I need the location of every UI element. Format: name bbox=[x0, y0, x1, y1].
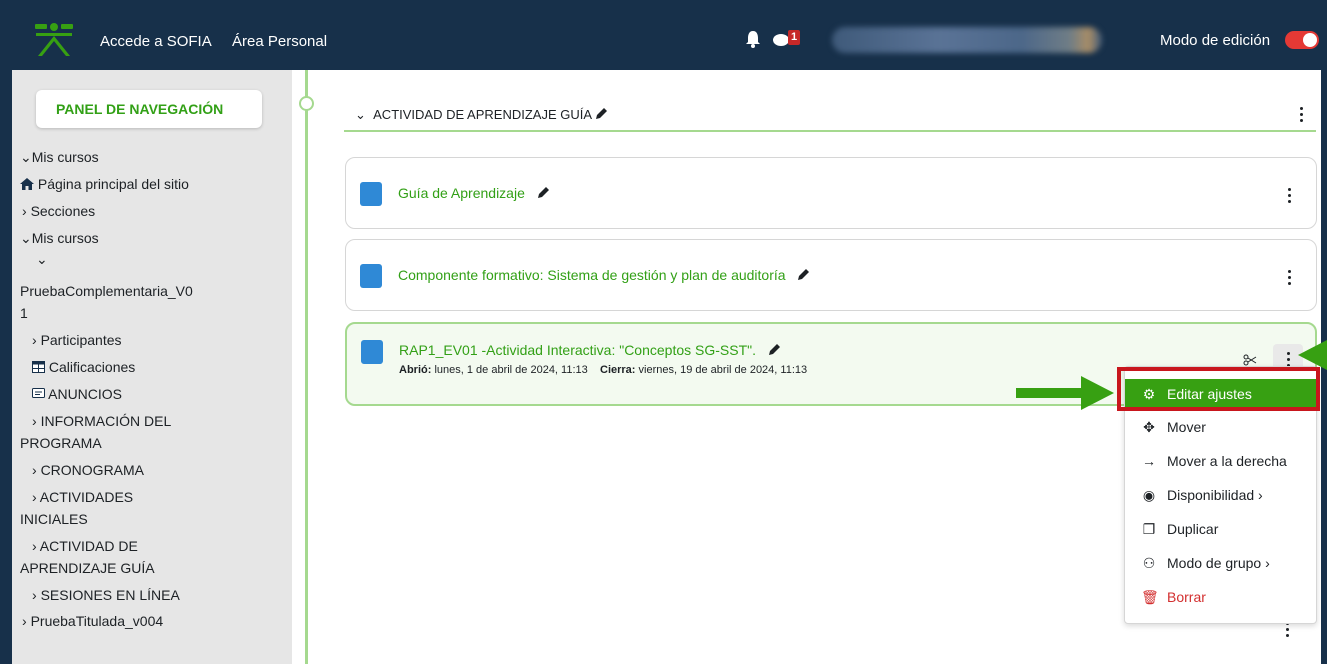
nav-label: INFORMACIÓN DEL bbox=[40, 413, 172, 429]
chevron-down-icon: ⌄ bbox=[355, 107, 366, 122]
annotation-arrow-right-icon bbox=[1016, 376, 1114, 410]
trash-icon: 🗑 bbox=[1141, 589, 1159, 605]
nav-actividad-aprendizaje[interactable]: › ACTIVIDAD DE bbox=[32, 537, 138, 555]
nav-label: PruebaTitulada_v004 bbox=[30, 613, 164, 629]
chat-icon bbox=[773, 34, 789, 46]
section-divider bbox=[344, 130, 1316, 132]
activity-card-guia: Guía de Aprendizaje bbox=[345, 157, 1317, 229]
nav-site-home[interactable]: Página principal del sitio bbox=[20, 175, 189, 193]
group-icon: ⚇ bbox=[1142, 555, 1156, 571]
nav-mis-cursos-2[interactable]: ⌄Mis cursos bbox=[20, 229, 99, 247]
bell-icon[interactable] bbox=[744, 30, 762, 48]
activity-dates: Abrió: lunes, 1 de abril de 2024, 11:13 … bbox=[399, 364, 808, 376]
file-icon bbox=[360, 264, 382, 288]
course-timeline bbox=[305, 70, 308, 664]
notification-badge: 1 bbox=[788, 30, 800, 45]
messages-button[interactable]: 1 bbox=[773, 28, 805, 50]
forum-icon bbox=[32, 388, 45, 398]
section-title[interactable]: ⌄ ACTIVIDAD DE APRENDIZAJE GUÍA bbox=[355, 107, 608, 123]
copy-icon: ❐ bbox=[1142, 521, 1156, 537]
pencil-icon[interactable] bbox=[595, 107, 608, 120]
menu-item-mover-derecha[interactable]: → Mover a la derecha bbox=[1125, 446, 1318, 476]
section-marker bbox=[299, 96, 314, 111]
eye-icon: ◉ bbox=[1142, 487, 1156, 503]
nav-label: Mis cursos bbox=[31, 149, 99, 165]
menu-item-disponibilidad[interactable]: ◉ Disponibilidad › bbox=[1125, 480, 1318, 510]
nav-informacion[interactable]: › INFORMACIÓN DEL bbox=[32, 412, 171, 430]
pencil-icon[interactable] bbox=[537, 186, 550, 199]
scissors-icon[interactable] bbox=[1243, 354, 1257, 366]
panel-title: PANEL DE NAVEGACIÓN bbox=[36, 90, 262, 128]
activity-title[interactable]: Componente formativo: Sistema de gestión… bbox=[398, 267, 810, 283]
nav-label: ACTIVIDADES bbox=[39, 489, 134, 505]
menu-item-borrar[interactable]: 🗑 Borrar bbox=[1125, 582, 1318, 612]
nav-label: Calificaciones bbox=[48, 359, 136, 375]
nav-label: ACTIVIDAD DE bbox=[39, 538, 138, 554]
nav-actividades[interactable]: › ACTIVIDADES bbox=[32, 488, 133, 506]
accede-sofia-link[interactable]: Accede a SOFIA bbox=[100, 33, 212, 50]
nav-label: SESIONES EN LÍNEA bbox=[40, 587, 180, 603]
arrow-right-icon: → bbox=[1142, 453, 1156, 469]
chevron-right-icon: › bbox=[22, 203, 27, 219]
nav-course-name-cont: 1 bbox=[20, 305, 28, 321]
activity-title[interactable]: RAP1_EV01 -Actividad Interactiva: "Conce… bbox=[399, 342, 781, 358]
nav-secciones[interactable]: › Secciones bbox=[22, 202, 95, 220]
table-icon bbox=[32, 361, 45, 373]
activity-menu-button[interactable] bbox=[1278, 266, 1300, 288]
menu-item-mover[interactable]: ✥ Mover bbox=[1125, 412, 1318, 442]
edit-mode-toggle[interactable] bbox=[1285, 31, 1319, 49]
nav-informacion-cont: PROGRAMA bbox=[20, 435, 102, 451]
chevron-right-icon: › bbox=[32, 587, 37, 603]
nav-sesiones[interactable]: › SESIONES EN LÍNEA bbox=[32, 586, 180, 604]
nav-course-name[interactable]: PruebaComplementaria_V0 bbox=[20, 282, 193, 300]
chevron-right-icon: › bbox=[32, 538, 37, 554]
pencil-icon[interactable] bbox=[797, 268, 810, 281]
menu-item-modo-grupo[interactable]: ⚇ Modo de grupo › bbox=[1125, 548, 1318, 578]
home-icon bbox=[20, 178, 34, 190]
nav-mis-cursos[interactable]: ⌄Mis cursos bbox=[20, 148, 99, 166]
chevron-down-icon: ⌄ bbox=[20, 230, 32, 246]
area-personal-link[interactable]: Área Personal bbox=[232, 33, 327, 50]
chevron-down-icon[interactable]: ⌄ bbox=[36, 250, 48, 268]
nav-label: Página principal del sitio bbox=[37, 176, 189, 192]
move-icon: ✥ bbox=[1143, 419, 1155, 435]
nav-label: ANUNCIOS bbox=[48, 386, 123, 402]
nav-prueba-titulada[interactable]: › PruebaTitulada_v004 bbox=[22, 612, 163, 630]
edit-mode-label: Modo de edición bbox=[1160, 32, 1271, 49]
menu-item-duplicar[interactable]: ❐ Duplicar bbox=[1125, 514, 1318, 544]
nav-label: Participantes bbox=[40, 332, 122, 348]
section-title-text: ACTIVIDAD DE APRENDIZAJE GUÍA bbox=[373, 107, 592, 122]
nav-cronograma[interactable]: › CRONOGRAMA bbox=[32, 461, 144, 479]
nav-participantes[interactable]: › Participantes bbox=[32, 331, 122, 349]
top-navbar: Accede a SOFIA Área Personal 1 Modo de e… bbox=[0, 0, 1327, 70]
nav-actividades-cont: INICIALES bbox=[20, 511, 88, 527]
chevron-right-icon: › bbox=[32, 489, 37, 505]
chevron-right-icon: › bbox=[32, 413, 37, 429]
sena-logo[interactable] bbox=[32, 22, 76, 58]
section-menu-button[interactable] bbox=[1290, 103, 1312, 125]
nav-label: Mis cursos bbox=[31, 230, 99, 246]
user-menu[interactable] bbox=[832, 27, 1102, 53]
nav-label: Secciones bbox=[30, 203, 96, 219]
activity-menu-button[interactable] bbox=[1278, 184, 1300, 206]
activity-title[interactable]: Guía de Aprendizaje bbox=[398, 185, 550, 201]
nav-calificaciones[interactable]: Calificaciones bbox=[32, 358, 135, 376]
frame-left bbox=[0, 70, 12, 664]
activity-card-componente: Componente formativo: Sistema de gestión… bbox=[345, 239, 1317, 311]
toggle-knob bbox=[1303, 33, 1317, 47]
pencil-icon[interactable] bbox=[768, 343, 781, 356]
chevron-right-icon: › bbox=[32, 462, 37, 478]
nav-label: CRONOGRAMA bbox=[40, 462, 145, 478]
chevron-down-icon: ⌄ bbox=[20, 149, 32, 165]
annotation-arrow-left-icon bbox=[1298, 340, 1327, 370]
chevron-right-icon: › bbox=[32, 332, 37, 348]
nav-anuncios[interactable]: ANUNCIOS bbox=[32, 385, 122, 403]
highlight-box bbox=[1117, 367, 1320, 411]
interactive-activity-icon bbox=[361, 340, 383, 364]
chevron-right-icon: › bbox=[22, 613, 27, 629]
file-icon bbox=[360, 182, 382, 206]
nav-actividad-aprendizaje-cont: APRENDIZAJE GUÍA bbox=[20, 560, 155, 576]
